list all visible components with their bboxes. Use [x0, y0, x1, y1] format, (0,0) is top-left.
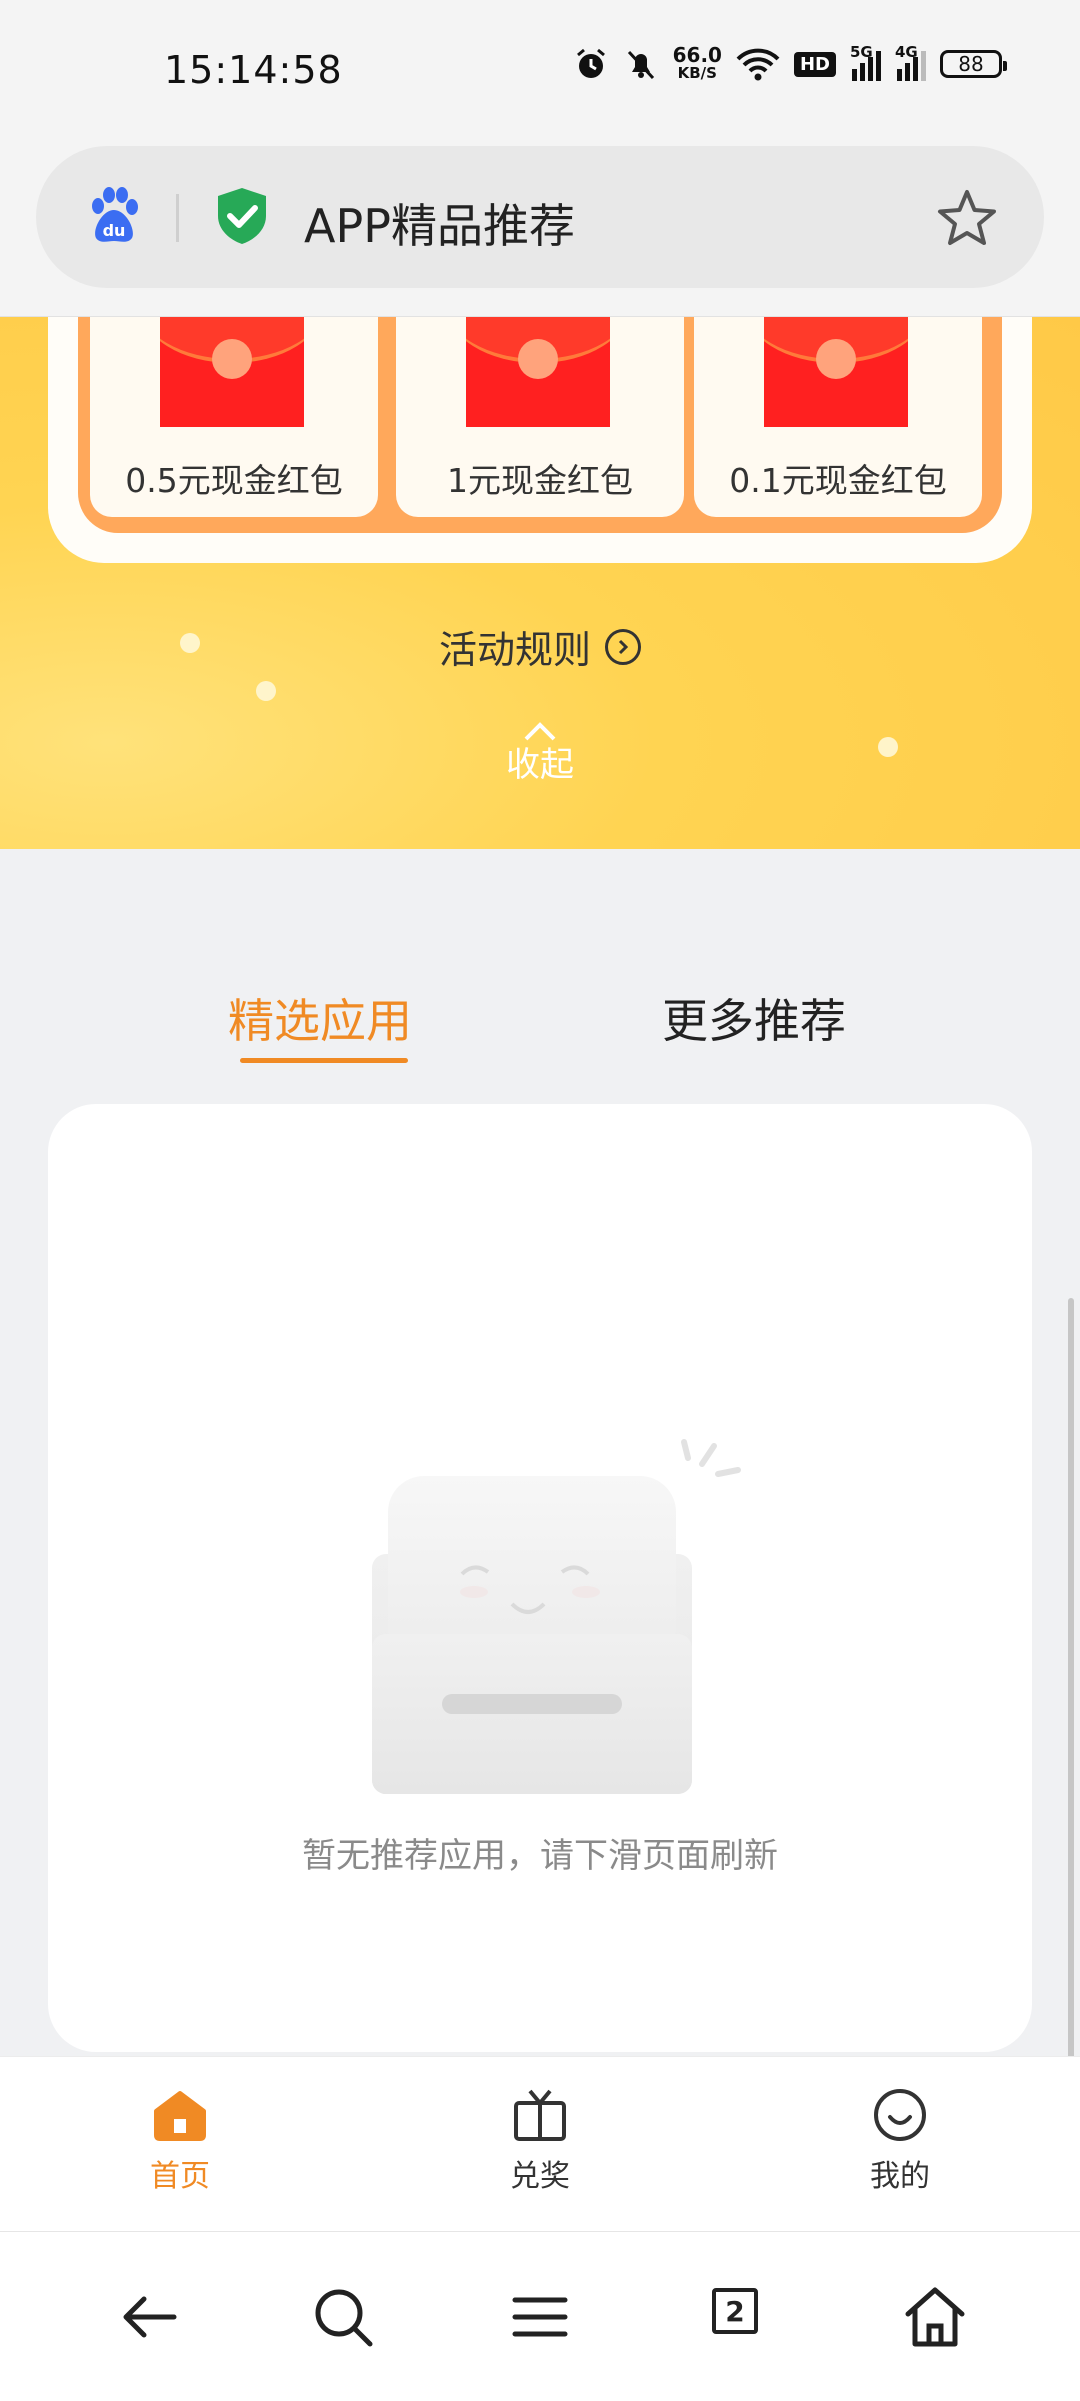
browser-address-area: du APP精品推荐	[0, 140, 1080, 317]
smiley-profile-icon	[874, 2089, 926, 2141]
page-title[interactable]: APP精品推荐	[304, 190, 575, 256]
page-bottom-tabbar: 首页 兑奖 我的	[0, 2056, 1080, 2231]
app-tabs: 精选应用 更多推荐	[0, 985, 1080, 1065]
tab-more-recommendations[interactable]: 更多推荐	[662, 985, 846, 1051]
bookmark-star-icon[interactable]	[936, 188, 998, 248]
tab-redeem[interactable]: 兑奖	[480, 2087, 600, 2195]
reward-label: 0.1元现金红包	[729, 461, 947, 500]
reward-banner: 0.5元现金红包 1元现金红包 0.1元现金红包 活动规则 收起	[0, 317, 1080, 849]
home-icon[interactable]	[900, 2282, 970, 2352]
network-speed-value: 66.0	[672, 43, 722, 67]
signal-4g-icon: 4G	[895, 43, 926, 81]
tab-home-label: 首页	[150, 2159, 210, 2194]
empty-state-message: 暂无推荐应用，请下滑页面刷新	[302, 1836, 778, 1876]
tab-featured-apps[interactable]: 精选应用	[228, 985, 412, 1051]
empty-box-illustration	[372, 1439, 741, 1794]
baidu-paw-icon[interactable]: du	[84, 186, 144, 246]
battery-icon: 88	[940, 50, 1007, 78]
tab-mine[interactable]: 我的	[840, 2087, 960, 2195]
red-envelope-icon	[466, 317, 610, 427]
red-envelope-icon	[160, 317, 304, 427]
browser-navigation-bar: 2	[0, 2231, 1080, 2401]
activity-rules-label: 活动规则	[438, 628, 591, 672]
chevron-right-circle-icon	[605, 628, 641, 665]
gift-tv-icon	[514, 2089, 566, 2141]
reward-label: 1元现金红包	[447, 461, 633, 500]
svg-text:du: du	[103, 221, 126, 240]
reward-item[interactable]: 1元现金红包	[396, 317, 684, 517]
address-bar[interactable]: du APP精品推荐	[36, 146, 1044, 288]
tab-active-indicator	[240, 1058, 408, 1063]
chevron-up-icon	[524, 722, 556, 741]
wifi-icon	[736, 48, 780, 81]
tab-count: 2	[712, 2288, 758, 2334]
status-time: 15:14:58	[164, 48, 343, 92]
address-divider	[176, 194, 179, 242]
reward-label: 0.5元现金红包	[125, 461, 343, 500]
decorative-dot	[256, 681, 276, 701]
status-icons: 66.0 KB/S HD 5G 4G 88	[573, 43, 1007, 82]
reward-item[interactable]: 0.5元现金红包	[90, 317, 378, 517]
signal-5g-icon: 5G	[850, 43, 881, 81]
search-icon[interactable]	[308, 2282, 378, 2352]
tab-redeem-label: 兑奖	[510, 2159, 570, 2194]
collapse-button[interactable]: 收起	[0, 721, 1080, 786]
alarm-icon	[576, 48, 605, 78]
tabs-button[interactable]: 2	[708, 2282, 778, 2352]
menu-icon[interactable]	[505, 2282, 575, 2352]
network-speed-unit: KB/S	[677, 64, 717, 82]
status-bar: 15:14:58 66.0 KB/S HD 5G 4G 88	[0, 0, 1080, 140]
app-list-card: 暂无推荐应用，请下滑页面刷新	[48, 1104, 1032, 2052]
collapse-label: 收起	[506, 745, 574, 785]
tab-mine-label: 我的	[870, 2159, 930, 2194]
signal-5g-label: 5G	[850, 43, 873, 61]
network-speed: 66.0 KB/S	[672, 43, 722, 82]
mute-bell-icon	[627, 50, 654, 80]
security-shield-icon[interactable]	[214, 186, 270, 246]
home-filled-icon	[154, 2091, 206, 2141]
battery-level: 88	[958, 52, 984, 76]
activity-rules-link[interactable]: 活动规则	[0, 619, 1080, 674]
red-envelope-icon	[764, 317, 908, 427]
tab-home[interactable]: 首页	[120, 2087, 240, 2195]
signal-4g-label: 4G	[895, 43, 918, 61]
back-arrow-icon[interactable]	[114, 2282, 184, 2352]
hd-badge: HD	[793, 51, 836, 77]
reward-item[interactable]: 0.1元现金红包	[694, 317, 982, 517]
